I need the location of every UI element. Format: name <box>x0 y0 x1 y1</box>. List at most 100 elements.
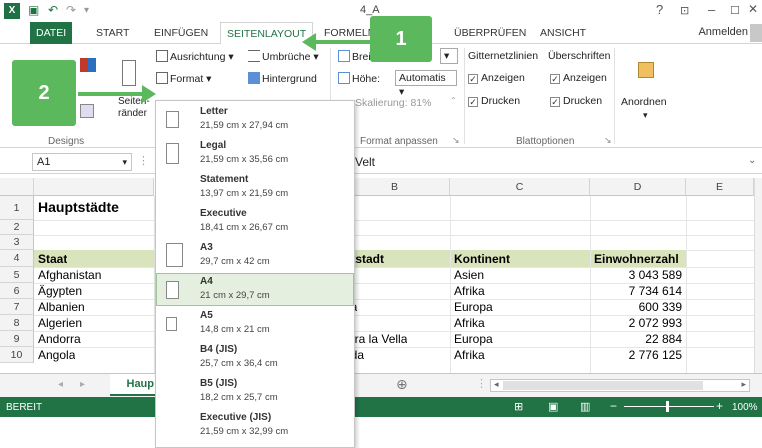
table-cell[interactable]: 22 884 <box>594 332 682 346</box>
tab-einfuegen[interactable]: EINFÜGEN <box>148 22 214 44</box>
scroll-right-icon[interactable]: ▸ <box>741 379 746 390</box>
column-header-b[interactable]: B <box>340 178 450 196</box>
name-box[interactable]: A1 ▾ <box>32 153 132 171</box>
row-header[interactable]: 2 <box>0 220 34 235</box>
table-cell[interactable]: 600 339 <box>594 300 682 314</box>
zoom-slider-thumb[interactable] <box>666 401 669 412</box>
table-cell[interactable]: Europa <box>454 300 493 314</box>
scroll-left-icon[interactable]: ◂ <box>494 379 499 390</box>
row-header[interactable]: 3 <box>0 235 34 250</box>
gridlines-view-checkbox[interactable]: ✓ Anzeigen <box>468 72 525 84</box>
table-cell[interactable]: Ägypten <box>38 284 82 298</box>
vertical-scrollbar[interactable] <box>754 178 762 373</box>
table-header-cell[interactable]: Kontinent <box>454 252 510 266</box>
customize-quick-access-icon[interactable]: ▾ <box>84 5 89 16</box>
arrange-button[interactable]: Anordnen <box>621 96 667 108</box>
tab-ueberpruefen[interactable]: ÜBERPRÜFEN <box>448 22 532 44</box>
page-break-view-icon[interactable]: ▥ <box>580 400 590 413</box>
headings-view-checkbox[interactable]: ✓ Anzeigen <box>550 72 607 84</box>
table-cell[interactable]: Europa <box>454 332 493 346</box>
gridlines-print-checkbox[interactable]: ✓ Drucken <box>468 95 520 107</box>
height-select[interactable]: Automatis ▾ <box>395 70 457 98</box>
zoom-slider[interactable] <box>624 406 714 407</box>
headings-print-checkbox[interactable]: ✓ Drucken <box>550 95 602 107</box>
scrollbar-thumb[interactable] <box>503 381 703 390</box>
column-header-c[interactable]: C <box>450 178 590 196</box>
table-cell[interactable]: Afrika <box>454 284 485 298</box>
themes-icon[interactable] <box>80 58 96 72</box>
undo-icon[interactable]: ↶ <box>48 3 58 17</box>
ribbon-display-options-icon[interactable]: ⊡ <box>680 4 689 17</box>
table-cell[interactable]: Andorra <box>38 332 81 346</box>
table-cell[interactable]: Albanien <box>38 300 85 314</box>
row-header[interactable]: 8 <box>0 315 34 331</box>
sign-in-link[interactable]: Anmelden <box>698 26 748 38</box>
row-header[interactable]: 9 <box>0 331 34 347</box>
row-header[interactable]: 1 <box>0 196 34 220</box>
tab-datei[interactable]: DATEI <box>30 22 73 44</box>
normal-view-icon[interactable]: ⊞ <box>514 400 523 413</box>
zoom-level[interactable]: 100% <box>732 402 758 413</box>
row-header[interactable]: 7 <box>0 299 34 315</box>
sheet-title-cell[interactable]: Hauptstädte <box>38 199 119 215</box>
help-button[interactable]: ? <box>656 2 663 17</box>
table-cell[interactable]: Algerien <box>38 316 82 330</box>
expand-formula-icon[interactable]: ⌄ <box>748 155 756 166</box>
redo-icon[interactable]: ↷ <box>66 3 76 17</box>
row-header[interactable]: 5 <box>0 267 34 283</box>
row-header[interactable]: 6 <box>0 283 34 299</box>
table-cell[interactable]: 7 734 614 <box>594 284 682 298</box>
column-header-e[interactable]: E <box>686 178 754 196</box>
formula-input[interactable]: Velt <box>355 155 375 169</box>
page-size-dropdown[interactable]: Letter 21,59 cm x 27,94 cm Legal 21,59 c… <box>155 100 355 448</box>
page-size-a3[interactable]: A3 29,7 cm x 42 cm <box>156 239 354 272</box>
column-header-d[interactable]: D <box>590 178 686 196</box>
tab-start[interactable]: START <box>90 22 135 44</box>
page-size-legal[interactable]: Legal 21,59 cm x 35,56 cm <box>156 137 354 170</box>
page-size-b4-jis[interactable]: B4 (JIS) 25,7 cm x 36,4 cm <box>156 341 354 374</box>
page-layout-view-icon[interactable]: ▣ <box>548 400 558 413</box>
add-sheet-button[interactable]: ⊕ <box>396 376 408 393</box>
width-select-arrow[interactable]: ▾ <box>440 48 458 64</box>
page-size-letter[interactable]: Letter 21,59 cm x 27,94 cm <box>156 103 354 136</box>
zoom-in-button[interactable]: + <box>716 399 723 413</box>
table-header-cell[interactable]: Staat <box>38 252 67 266</box>
table-cell[interactable]: Asien <box>454 268 484 282</box>
horizontal-scrollbar[interactable]: ◂ ▸ <box>490 379 750 392</box>
scroll-right-icon[interactable]: ▸ <box>80 379 85 390</box>
page-size-a4[interactable]: A4 21 cm x 29,7 cm <box>156 273 354 306</box>
save-icon[interactable]: ▣ <box>28 3 39 17</box>
table-cell[interactable]: Angola <box>38 348 75 362</box>
page-size-executive[interactable]: Executive 18,41 cm x 26,67 cm <box>156 205 354 238</box>
background-button[interactable]: Hintergrund <box>248 72 317 85</box>
format-anpassen-launcher-icon[interactable]: ↘ <box>452 135 460 146</box>
effects-icon[interactable] <box>80 104 94 118</box>
table-cell[interactable]: Afghanistan <box>38 268 101 282</box>
table-cell[interactable]: 2 072 993 <box>594 316 682 330</box>
minimize-button[interactable]: – <box>708 2 715 17</box>
scale-spinner[interactable]: ⌃ <box>450 96 457 105</box>
row-header[interactable]: 10 <box>0 347 34 363</box>
page-size-statement[interactable]: Statement 13,97 cm x 21,59 cm <box>156 171 354 204</box>
arrange-icon[interactable] <box>638 62 654 78</box>
table-header-cell[interactable]: Einwohnerzahl <box>594 252 679 266</box>
tab-ansicht[interactable]: ANSICHT <box>534 22 592 44</box>
scroll-left-icon[interactable]: ◂ <box>58 379 63 390</box>
format-button[interactable]: Format ▾ <box>156 72 211 85</box>
blattoptionen-launcher-icon[interactable]: ↘ <box>604 135 612 146</box>
table-cell[interactable]: Afrika <box>454 348 485 362</box>
worksheet-grid[interactable]: B C D E 1 Hauptstädte 2 3 4 Staat ptstad… <box>0 178 762 373</box>
column-header-a[interactable] <box>34 178 154 196</box>
select-all-corner[interactable] <box>0 178 34 196</box>
page-size-executive-jis[interactable]: Executive (JIS) 21,59 cm x 32,99 cm <box>156 409 354 442</box>
table-cell[interactable]: 3 043 589 <box>594 268 682 282</box>
page-size-b5-jis[interactable]: B5 (JIS) 18,2 cm x 25,7 cm <box>156 375 354 408</box>
close-button[interactable]: ✕ <box>748 2 758 16</box>
table-cell[interactable]: 2 776 125 <box>594 348 682 362</box>
row-header[interactable]: 4 <box>0 250 34 267</box>
zoom-out-button[interactable]: − <box>610 399 617 413</box>
page-size-a5[interactable]: A5 14,8 cm x 21 cm <box>156 307 354 340</box>
maximize-button[interactable]: ☐ <box>730 4 740 17</box>
sheet-tab-hauptstaedte[interactable]: Haup <box>110 374 156 396</box>
table-cell[interactable]: Afrika <box>454 316 485 330</box>
